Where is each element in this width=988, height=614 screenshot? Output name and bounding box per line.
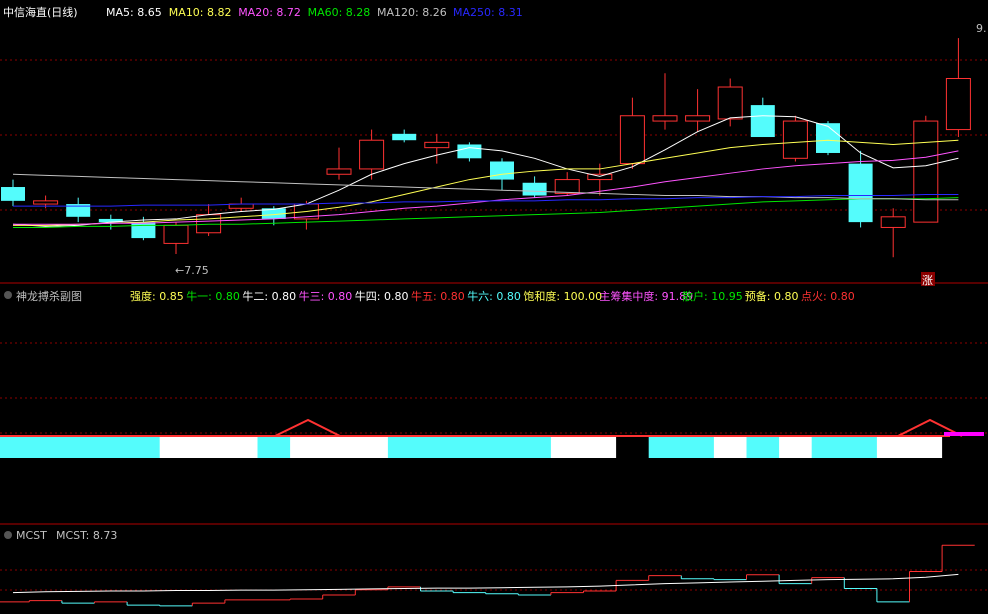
candle-body xyxy=(587,173,613,181)
signal-bar xyxy=(942,436,976,458)
candle-body xyxy=(880,216,906,228)
high-price-marker: 9. xyxy=(976,22,987,35)
candle-body xyxy=(554,179,580,194)
signal-bar xyxy=(257,436,291,458)
candle-body xyxy=(359,139,385,170)
candle-body xyxy=(652,115,678,122)
sub1-legend-item: 预备: 0.80 xyxy=(745,289,799,303)
main-legend-item: MA120: 8.26 xyxy=(377,6,447,19)
signal-bar xyxy=(322,436,356,458)
signal-bar xyxy=(485,436,519,458)
signal-bar xyxy=(518,436,552,458)
sub1-legend-item: 牛三: 0.80 xyxy=(299,289,353,303)
sub1-legend-item: 点火: 0.80 xyxy=(801,290,855,303)
signal-bar xyxy=(94,436,128,458)
candle-body xyxy=(945,78,971,131)
sub1-legend-item: 牛四: 0.80 xyxy=(355,289,409,303)
sub-panel-1-legend: 强度: 0.85 牛一: 0.80 牛二: 0.80 牛三: 0.80 牛四: 0.80… xyxy=(130,289,855,303)
signal-marker xyxy=(944,432,984,436)
candle-body xyxy=(163,224,189,244)
candle-series[interactable] xyxy=(1,38,971,258)
candle-body xyxy=(685,115,711,122)
candle-body xyxy=(490,161,514,180)
signal-bar xyxy=(746,436,780,458)
signal-bar xyxy=(290,436,324,458)
candle-body xyxy=(131,222,156,239)
candle-body xyxy=(392,133,417,141)
sub-panel-2-legend: MCST: 8.73 xyxy=(56,529,117,542)
sub1-legend-item: 牛六: 0.80 xyxy=(467,289,521,303)
signal-bar xyxy=(0,436,30,458)
stock-chart: 中信海直(日线) MA5: 8.65 MA10: 8.82 MA20: 8.72 MA… xyxy=(0,5,988,607)
signal-bar xyxy=(127,436,161,458)
sub1-legend-item: 牛二: 0.80 xyxy=(242,289,296,303)
candle-body xyxy=(913,120,939,223)
candle-body xyxy=(717,86,743,120)
signal-bar xyxy=(909,436,943,458)
signal-bar xyxy=(713,436,748,458)
candle-body xyxy=(33,200,59,205)
signal-bar xyxy=(550,436,585,458)
candle-body xyxy=(750,105,775,138)
candle-body xyxy=(782,120,808,159)
signal-bar xyxy=(648,436,682,458)
signal-bar xyxy=(779,436,813,458)
candle-body xyxy=(619,115,645,165)
signal-bar xyxy=(355,436,389,458)
candle-body xyxy=(1,187,25,201)
signal-bar xyxy=(192,436,226,458)
sub-panel-2-collapse-icon[interactable] xyxy=(4,531,12,539)
sub1-legend-item: 散户: 10.95 xyxy=(682,289,743,303)
signal-bar-series xyxy=(0,418,984,458)
candle-body xyxy=(196,214,222,234)
sub2-legend-item: MCST: 8.73 xyxy=(56,529,117,542)
main-panel-legend: MA5: 8.65 MA10: 8.82 MA20: 8.72 MA60: 8.28 M… xyxy=(106,6,523,19)
sub-panel-2-title[interactable]: MCST xyxy=(16,529,47,542)
candle-body xyxy=(326,168,352,175)
signal-bar xyxy=(224,436,259,458)
candle-body xyxy=(848,163,873,223)
low-price-marker: ←7.75 xyxy=(175,264,209,277)
signal-bar xyxy=(387,436,422,458)
sub1-legend-item: 牛五: 0.80 xyxy=(411,289,465,303)
signal-bar xyxy=(876,436,911,458)
main-legend-item: MA10: 8.82 xyxy=(169,6,232,19)
signal-bar xyxy=(420,436,454,458)
sub1-legend-item: 饱和度: 100.00 xyxy=(523,289,602,303)
ma20-line xyxy=(13,150,959,225)
candle-body xyxy=(457,144,482,159)
signal-bar xyxy=(61,436,96,458)
signal-bar xyxy=(616,436,650,458)
candle-body xyxy=(522,182,547,196)
sub1-legend-item: 牛一: 0.80 xyxy=(186,289,240,303)
main-legend-item: MA250: 8.31 xyxy=(453,6,523,19)
signal-bar xyxy=(844,436,878,458)
sub1-legend-item: 主筹集中度: 91.89 xyxy=(599,289,693,303)
signal-peak xyxy=(274,418,341,437)
main-panel-title[interactable]: 中信海直(日线) xyxy=(3,5,78,19)
candle-body xyxy=(424,141,450,149)
sub1-legend-item: 强度: 0.85 xyxy=(130,289,184,303)
signal-bar xyxy=(681,436,715,458)
signal-bar xyxy=(811,436,845,458)
signal-bar xyxy=(583,436,617,458)
sub-panel-1-collapse-icon[interactable] xyxy=(4,291,12,299)
signal-bar xyxy=(159,436,193,458)
up-badge: 涨 xyxy=(922,274,933,287)
signal-bar xyxy=(453,436,487,458)
main-legend-item: MA60: 8.28 xyxy=(308,6,371,19)
candle-body xyxy=(816,123,840,153)
signal-bar xyxy=(29,436,63,458)
main-legend-item: MA20: 8.72 xyxy=(238,6,301,19)
sub-panel-1-title[interactable]: 神龙搏杀副图 xyxy=(16,289,82,303)
mcst-series xyxy=(0,544,975,607)
main-legend-item: MA5: 8.65 xyxy=(106,6,162,19)
